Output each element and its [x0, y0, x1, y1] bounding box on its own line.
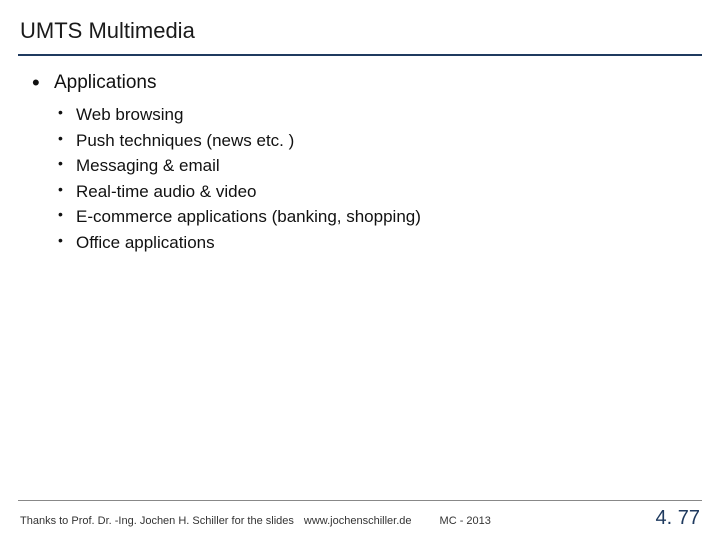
list-item: Web browsing	[54, 102, 690, 128]
list-item: Real-time audio & video	[54, 179, 690, 205]
title-area: UMTS Multimedia	[0, 0, 720, 50]
list-heading: Applications	[54, 72, 156, 93]
footer-page-number: 4. 77	[656, 507, 700, 530]
list-item: Office applications	[54, 230, 690, 256]
list-item: E-commerce applications (banking, shoppi…	[54, 204, 690, 230]
footer-row: Thanks to Prof. Dr. -Ing. Jochen H. Schi…	[0, 507, 720, 540]
content-area: Applications Web browsing Push technique…	[0, 56, 720, 255]
footer-divider	[18, 500, 702, 501]
list-item: Push techniques (news etc. )	[54, 128, 690, 154]
footer-course: MC - 2013	[440, 515, 491, 527]
footer-credit: Thanks to Prof. Dr. -Ing. Jochen H. Schi…	[20, 515, 294, 527]
slide-title: UMTS Multimedia	[20, 18, 700, 44]
footer: Thanks to Prof. Dr. -Ing. Jochen H. Schi…	[0, 500, 720, 540]
list-item: Messaging & email	[54, 153, 690, 179]
footer-url: www.jochenschiller.de	[304, 515, 412, 527]
bullet-list-level1: Applications Web browsing Push technique…	[30, 72, 690, 255]
slide: UMTS Multimedia Applications Web browsin…	[0, 0, 720, 540]
list-item: Applications Web browsing Push technique…	[30, 72, 690, 255]
bullet-list-level2: Web browsing Push techniques (news etc. …	[54, 102, 690, 255]
